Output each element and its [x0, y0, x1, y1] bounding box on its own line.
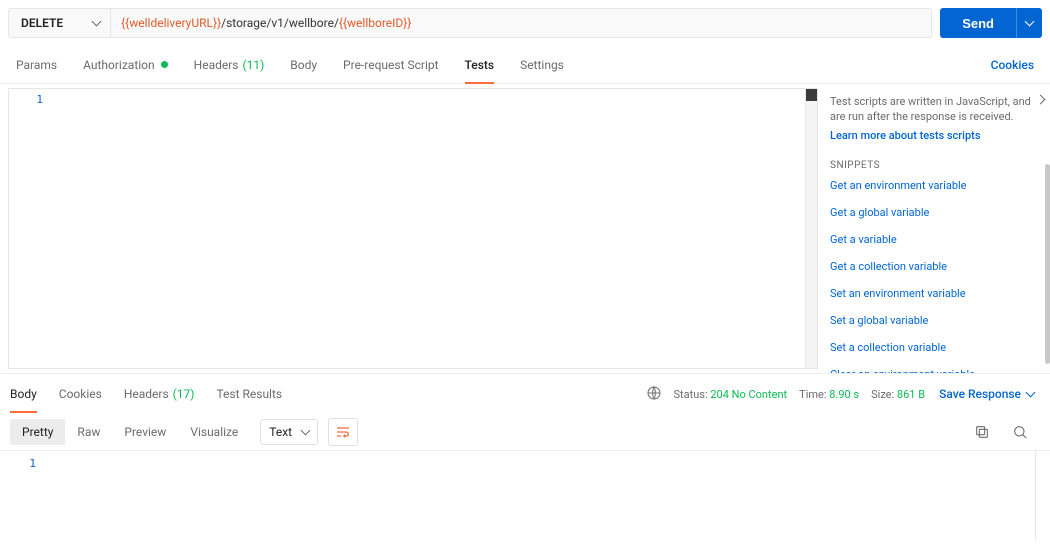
tab-count: (17) — [173, 387, 195, 401]
tests-editor[interactable]: 1 — [8, 88, 818, 369]
tab-label: Params — [16, 58, 57, 72]
snippet-get-collection-var[interactable]: Get a collection variable — [830, 260, 1040, 273]
line-number: 1 — [9, 93, 43, 106]
view-raw[interactable]: Raw — [65, 419, 112, 445]
snippet-set-env-var[interactable]: Set an environment variable — [830, 287, 1040, 300]
time-block: Time: 8.90 s — [799, 388, 859, 401]
snippet-get-var[interactable]: Get a variable — [830, 233, 1040, 246]
status-label: Status: — [674, 388, 708, 401]
status-block: Status: 204 No Content — [674, 388, 788, 401]
http-method-label: DELETE — [21, 16, 63, 30]
tab-headers[interactable]: Headers (11) — [194, 46, 265, 83]
tab-label: Body — [290, 58, 317, 72]
tab-tests[interactable]: Tests — [465, 46, 495, 83]
learn-more-link[interactable]: Learn more about tests scripts — [830, 129, 1040, 142]
cookies-link[interactable]: Cookies — [991, 58, 1034, 72]
tab-label: Body — [10, 387, 37, 401]
body-type-select[interactable]: Text — [260, 419, 318, 445]
network-icon[interactable] — [646, 385, 662, 404]
tab-label: Authorization — [83, 58, 155, 72]
copy-response-button[interactable] — [968, 418, 996, 446]
tab-label: Test Results — [216, 387, 282, 401]
send-button[interactable]: Send — [940, 8, 1016, 38]
tab-label: Tests — [465, 58, 495, 72]
tab-label: Pre-request Script — [343, 58, 438, 72]
chevron-down-icon — [1026, 388, 1036, 398]
status-dot-icon — [161, 61, 168, 68]
ruler-line — [1035, 451, 1036, 540]
size-value: 861 B — [897, 388, 925, 401]
tab-body[interactable]: Body — [290, 46, 317, 83]
resp-tab-cookies[interactable]: Cookies — [59, 374, 102, 414]
view-preview[interactable]: Preview — [112, 419, 178, 445]
time-value: 8.90 s — [829, 388, 859, 401]
snippet-set-collection-var[interactable]: Set a collection variable — [830, 341, 1040, 354]
search-response-button[interactable] — [1006, 418, 1034, 446]
chevron-down-icon — [1025, 17, 1035, 27]
save-response-dropdown[interactable]: Save Response — [939, 387, 1034, 401]
url-path-1: /storage/v1/wellbore/ — [221, 16, 339, 30]
snippet-clear-env-var[interactable]: Clear an environment variable — [830, 368, 1040, 373]
response-body-editor[interactable] — [48, 451, 1050, 540]
http-method-select[interactable]: DELETE — [9, 9, 111, 37]
chevron-down-icon — [301, 426, 311, 436]
resp-tab-body[interactable]: Body — [10, 374, 37, 414]
tab-settings[interactable]: Settings — [520, 46, 564, 83]
tab-label: Headers — [124, 387, 169, 401]
tab-label: Cookies — [59, 387, 102, 401]
url-var-1: {{welldeliveryURL}} — [121, 16, 221, 30]
resp-tab-headers[interactable]: Headers (17) — [124, 374, 195, 414]
body-type-label: Text — [269, 425, 292, 439]
snippet-get-env-var[interactable]: Get an environment variable — [830, 179, 1040, 192]
snippets-scrollbar[interactable] — [1045, 164, 1050, 364]
snippets-help-text: Test scripts are written in JavaScript, … — [830, 94, 1040, 125]
time-label: Time: — [799, 388, 826, 401]
view-pretty[interactable]: Pretty — [10, 419, 65, 445]
editor-minimap-scrollbar[interactable] — [805, 89, 817, 368]
tab-label: Settings — [520, 58, 564, 72]
snippet-set-global-var[interactable]: Set a global variable — [830, 314, 1040, 327]
body-view-mode: Pretty Raw Preview Visualize — [10, 419, 250, 445]
save-response-label: Save Response — [939, 387, 1021, 401]
snippet-get-global-var[interactable]: Get a global variable — [830, 206, 1040, 219]
line-number: 1 — [0, 457, 36, 470]
resp-tab-test-results[interactable]: Test Results — [216, 374, 282, 414]
url-var-2: {{wellboreID}} — [339, 16, 412, 30]
snippets-heading: SNIPPETS — [830, 160, 1040, 171]
chevron-down-icon — [92, 17, 102, 27]
status-value: 204 No Content — [710, 388, 787, 401]
tab-label: Headers — [194, 58, 239, 72]
url-input[interactable]: {{welldeliveryURL}}/storage/v1/wellbore/… — [111, 9, 931, 37]
line-wrap-button[interactable] — [328, 418, 358, 446]
tab-count: (11) — [243, 58, 265, 72]
tab-authorization[interactable]: Authorization — [83, 46, 168, 83]
tab-prerequest[interactable]: Pre-request Script — [343, 46, 438, 83]
size-label: Size: — [871, 388, 894, 401]
tab-params[interactable]: Params — [16, 46, 57, 83]
view-visualize[interactable]: Visualize — [178, 419, 250, 445]
size-block: Size: 861 B — [871, 388, 925, 401]
send-dropdown-button[interactable] — [1016, 8, 1042, 38]
